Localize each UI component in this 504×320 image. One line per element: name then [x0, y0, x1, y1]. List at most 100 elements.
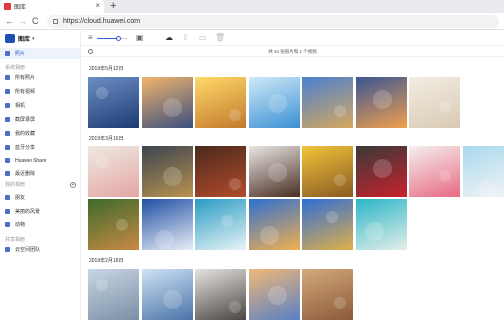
gallery-logo-icon: [5, 34, 15, 43]
sidebar-item[interactable]: 美丽的风景: [0, 206, 80, 217]
reload-icon[interactable]: C: [32, 16, 39, 26]
sidebar-item[interactable]: 相机: [0, 100, 80, 111]
sidebar-item-label: 我的收藏: [15, 131, 36, 137]
date-group-label: 2019年2月18日: [89, 258, 124, 264]
photo-thumbnail-surfer-wave[interactable]: [195, 199, 246, 250]
sidebar-item[interactable]: 所有视频: [0, 86, 80, 97]
new-tab-button[interactable]: +: [110, 0, 116, 12]
delete-icon[interactable]: 🗑: [215, 34, 225, 42]
photo-highlight: [96, 87, 108, 99]
upload-icon[interactable]: ☁: [165, 34, 173, 42]
sidebar-item[interactable]: 朋友: [0, 192, 80, 203]
sidebar-item[interactable]: 动物: [0, 219, 80, 230]
photo-highlight: [267, 94, 287, 113]
landscape-album-icon: [5, 209, 10, 214]
list-view-icon[interactable]: ≡: [88, 34, 93, 42]
photo-thumbnail-sunrise-person[interactable]: [195, 77, 246, 128]
sidebar-item-label: 所有视频: [15, 89, 36, 95]
sidebar-section-header: 共享相册: [5, 237, 26, 243]
sidebar-item[interactable]: 蓝牙分享: [0, 142, 80, 153]
photo-thumbnail-mountain-lake[interactable]: [88, 77, 139, 128]
photo-thumbnail-statue[interactable]: [141, 269, 193, 320]
sidebar-item-label: 朋友: [15, 195, 26, 201]
photo-thumbnail-lemons[interactable]: [302, 146, 353, 197]
photo-thumbnail-iceberg[interactable]: [248, 77, 300, 128]
sidebar-item[interactable]: 云空间团队: [0, 244, 80, 255]
sidebar-item-label: 所有照片: [15, 75, 36, 81]
photo-thumbnail-sunset-clouds[interactable]: [355, 77, 407, 128]
photo-highlight: [96, 156, 108, 168]
animals-album-icon: [5, 222, 10, 227]
sidebar-item[interactable]: 最近删除: [0, 168, 80, 179]
photo-thumbnail-church-facade[interactable]: [302, 77, 353, 128]
app-brand[interactable]: 图库 ▾: [5, 34, 35, 43]
photo-thumbnail-ocean-sunset[interactable]: [248, 199, 300, 250]
sidebar-item-label: 蓝牙分享: [15, 145, 36, 151]
photo-highlight: [229, 109, 241, 121]
zoom-slider[interactable]: [97, 36, 127, 41]
address-bar-row: ← → C https://cloud.huawei.com: [0, 13, 504, 30]
huawei-favicon-icon: [4, 3, 11, 10]
forward-icon[interactable]: →: [18, 16, 27, 26]
photo-thumbnail-harbor-city[interactable]: [88, 269, 139, 320]
photo-thumbnail-red-apples[interactable]: [355, 146, 407, 197]
photo-thumbnail-steak-dinner[interactable]: [195, 146, 246, 197]
main-content: ≡ ▣ ☁ ⇩ ▭ 🗑 共 34 张照片和 1 个视频 2019年5月12日 20…: [81, 31, 504, 320]
trash-icon: [5, 171, 10, 176]
friends-icon: [5, 195, 10, 200]
zoom-slider-knob[interactable]: [115, 36, 121, 41]
sidebar-item[interactable]: 所有照片: [0, 72, 80, 83]
sidebar-item[interactable]: Huawei Share: [0, 155, 80, 166]
photo-thumbnail-desert-rocks[interactable]: [195, 269, 246, 320]
photo-highlight: [162, 98, 182, 117]
copy-icon[interactable]: ▭: [199, 34, 207, 42]
date-group-label: 2019年5月12日: [89, 66, 124, 72]
browser-tab-bar: 图库 × +: [0, 0, 504, 13]
sidebar-item-label: 云空间团队: [15, 247, 41, 253]
photo-thumbnail-chocolate-cake[interactable]: [248, 146, 300, 197]
photo-highlight: [439, 170, 451, 182]
tab-title: 图库: [14, 5, 27, 11]
sidebar-section-header: 我的相册: [5, 182, 26, 188]
photo-highlight: [162, 290, 182, 309]
photo-thumbnail-hill-town[interactable]: [302, 269, 353, 320]
photo-highlight: [334, 105, 346, 117]
photo-thumbnail-corgi-dog[interactable]: [88, 199, 139, 250]
photo-thumbnail-beach-pier[interactable]: [355, 199, 407, 250]
sidebar-item-label: 截屏录屏: [15, 117, 36, 123]
photo-thumbnail-macarons[interactable]: [88, 146, 139, 197]
sidebar-item[interactable]: 照片: [0, 48, 80, 59]
photo-highlight: [229, 178, 241, 190]
download-icon[interactable]: ⇩: [182, 34, 189, 42]
photo-thumbnail-white-flowers[interactable]: [462, 146, 504, 197]
browser-tab[interactable]: 图库 ×: [0, 0, 104, 13]
screenshot-icon: [5, 117, 10, 122]
photo-thumbnail-strawberry-cake[interactable]: [409, 146, 460, 197]
picture-view-icon[interactable]: ▣: [136, 34, 144, 42]
add-album-button[interactable]: +: [70, 182, 76, 188]
sidebar-section-header: 系统相册: [5, 65, 26, 71]
info-bar: 共 34 张照片和 1 个视频: [81, 47, 504, 57]
url-field[interactable]: https://cloud.huawei.com: [47, 15, 499, 28]
photo-thumbnail-food-platter[interactable]: [141, 146, 193, 197]
url-text: https://cloud.huawei.com: [63, 18, 141, 25]
back-icon[interactable]: ←: [5, 16, 14, 26]
photo-thumbnail-sunset-sea[interactable]: [141, 77, 193, 128]
photo-highlight: [229, 301, 241, 313]
photo-highlight: [221, 215, 233, 227]
photo-count-text: 共 34 张照片和 1 个视频: [268, 49, 317, 54]
app-name: 图库: [18, 37, 31, 43]
sidebar-item[interactable]: 截屏录屏: [0, 114, 80, 125]
photo-thumbnail-sunlit-sky[interactable]: [248, 269, 300, 320]
photo-highlight: [372, 159, 392, 178]
sidebar: 图库 ▾ 照片所有照片所有视频相机截屏录屏我的收藏蓝牙分享 Huawei Shar…: [0, 31, 81, 320]
photo-highlight: [326, 211, 338, 223]
photo-thumbnail-sand-dunes[interactable]: [409, 77, 460, 128]
photo-thumbnail-festival-crowd[interactable]: [302, 199, 353, 250]
sidebar-item[interactable]: 我的收藏: [0, 128, 80, 139]
photo-thumbnail-sailing-ship[interactable]: [141, 199, 193, 250]
photo-highlight: [162, 167, 182, 186]
close-tab-icon[interactable]: ×: [95, 2, 100, 10]
photo-highlight: [477, 181, 497, 197]
date-group-label: 2019年3月16日: [89, 136, 124, 142]
